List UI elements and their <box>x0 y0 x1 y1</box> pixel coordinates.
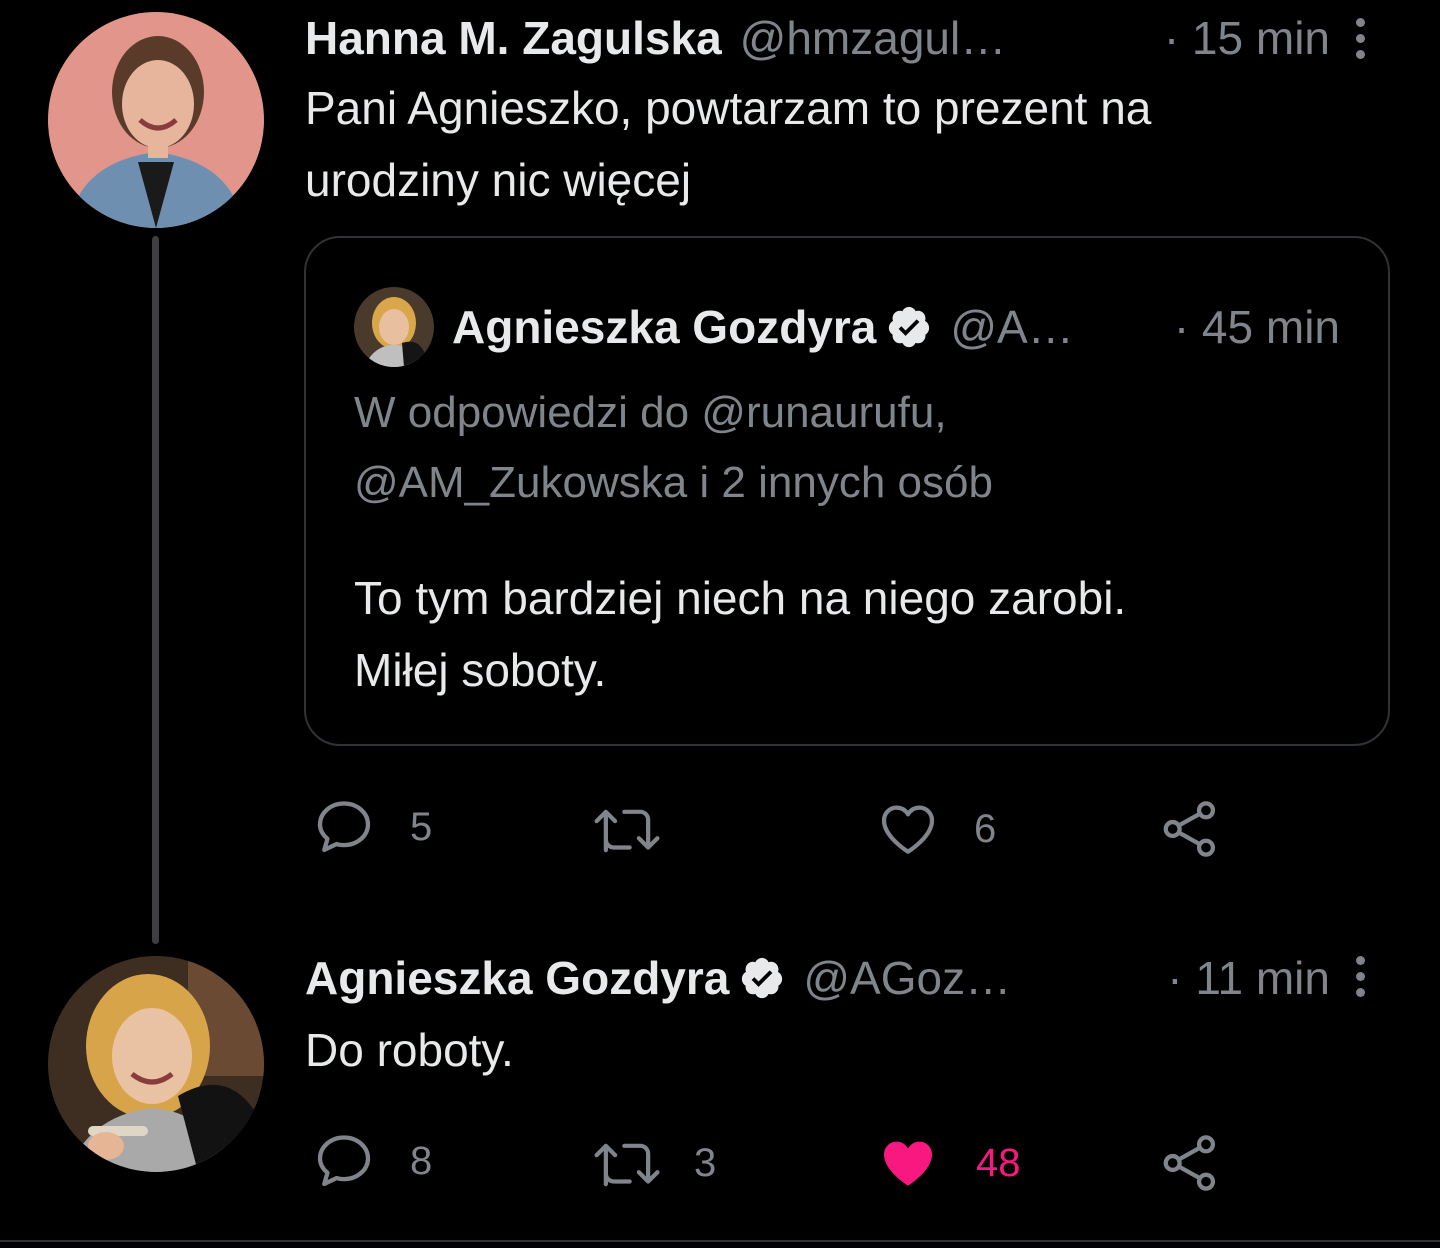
reply-button[interactable]: 5 <box>312 792 432 862</box>
author-name[interactable]: Agnieszka Gozdyra <box>305 951 729 1005</box>
tweet-text: Do roboty. <box>305 1024 514 1076</box>
like-icon <box>881 805 935 854</box>
reply-context-line: @AM_Zukowska i 2 innych osób <box>354 458 993 507</box>
reply-icon <box>317 1135 371 1187</box>
divider <box>0 1240 1440 1242</box>
retweet-button[interactable] <box>590 794 698 864</box>
retweet-icon <box>594 809 660 853</box>
avatar-hanna[interactable] <box>48 12 264 228</box>
quoted-tweet-timestamp[interactable]: · 45 min <box>1174 300 1340 354</box>
retweet-icon <box>594 1143 660 1187</box>
more-options-icon[interactable] <box>1348 8 1372 68</box>
reply-icon <box>317 801 371 853</box>
like-icon <box>884 1141 932 1186</box>
retweet-count: 3 <box>694 1140 717 1185</box>
tweet-timestamp[interactable]: · 15 min <box>1164 11 1330 65</box>
tweet-header: Hanna M. Zagulska @hmzagul… · 15 min <box>305 8 1330 68</box>
share-button[interactable] <box>1158 1128 1222 1198</box>
tweet-text-line: Pani Agnieszko, powtarzam to prezent na <box>305 82 1152 134</box>
reply-context-line: W odpowiedzi do @runaurufu, <box>354 388 947 437</box>
reply-context[interactable]: W odpowiedzi do @runaurufu, @AM_Zukowska… <box>354 378 1334 518</box>
tweet-header: Agnieszka Gozdyra @AGoz… · 11 min <box>305 948 1330 1008</box>
thread-connector-line <box>152 236 159 944</box>
quoted-tweet-text-line: Miłej soboty. <box>354 644 607 696</box>
quoted-author-name[interactable]: Agnieszka Gozdyra <box>452 300 876 354</box>
author-name[interactable]: Hanna M. Zagulska <box>305 11 722 65</box>
reply-count: 8 <box>410 1138 433 1183</box>
share-button[interactable] <box>1158 794 1222 864</box>
like-button[interactable]: 48 <box>876 1128 1021 1198</box>
verified-badge-icon <box>886 304 932 350</box>
quoted-tweet-header: Agnieszka Gozdyra @A… · 45 min <box>354 287 1340 367</box>
like-count: 48 <box>976 1140 1021 1185</box>
quoted-tweet-card[interactable]: Agnieszka Gozdyra @A… · 45 min W odpowie… <box>304 236 1390 746</box>
verified-badge-icon <box>739 955 785 1001</box>
avatar-agnieszka-small <box>354 287 434 367</box>
like-count: 6 <box>974 806 997 851</box>
share-icon <box>1163 1135 1216 1191</box>
author-handle[interactable]: @hmzagul… <box>740 11 1007 65</box>
share-icon <box>1163 801 1216 857</box>
tweet-text-line: urodziny nic więcej <box>305 154 692 206</box>
quoted-tweet-text: To tym bardziej niech na niego zarobi. M… <box>354 562 1334 706</box>
tweet-timestamp[interactable]: · 11 min <box>1167 951 1330 1005</box>
quoted-tweet-text-line: To tym bardziej niech na niego zarobi. <box>354 572 1127 624</box>
avatar-agnieszka[interactable] <box>48 956 264 1172</box>
retweet-button[interactable]: 3 <box>590 1128 716 1198</box>
like-button[interactable]: 6 <box>876 794 996 864</box>
reply-count: 5 <box>410 804 433 849</box>
reply-button[interactable]: 8 <box>312 1126 432 1196</box>
quoted-author-handle[interactable]: @A… <box>950 300 1073 354</box>
author-handle[interactable]: @AGoz… <box>803 951 1011 1005</box>
more-options-icon[interactable] <box>1348 946 1372 1006</box>
tweet-text: Pani Agnieszko, powtarzam to prezent na … <box>305 72 1151 216</box>
